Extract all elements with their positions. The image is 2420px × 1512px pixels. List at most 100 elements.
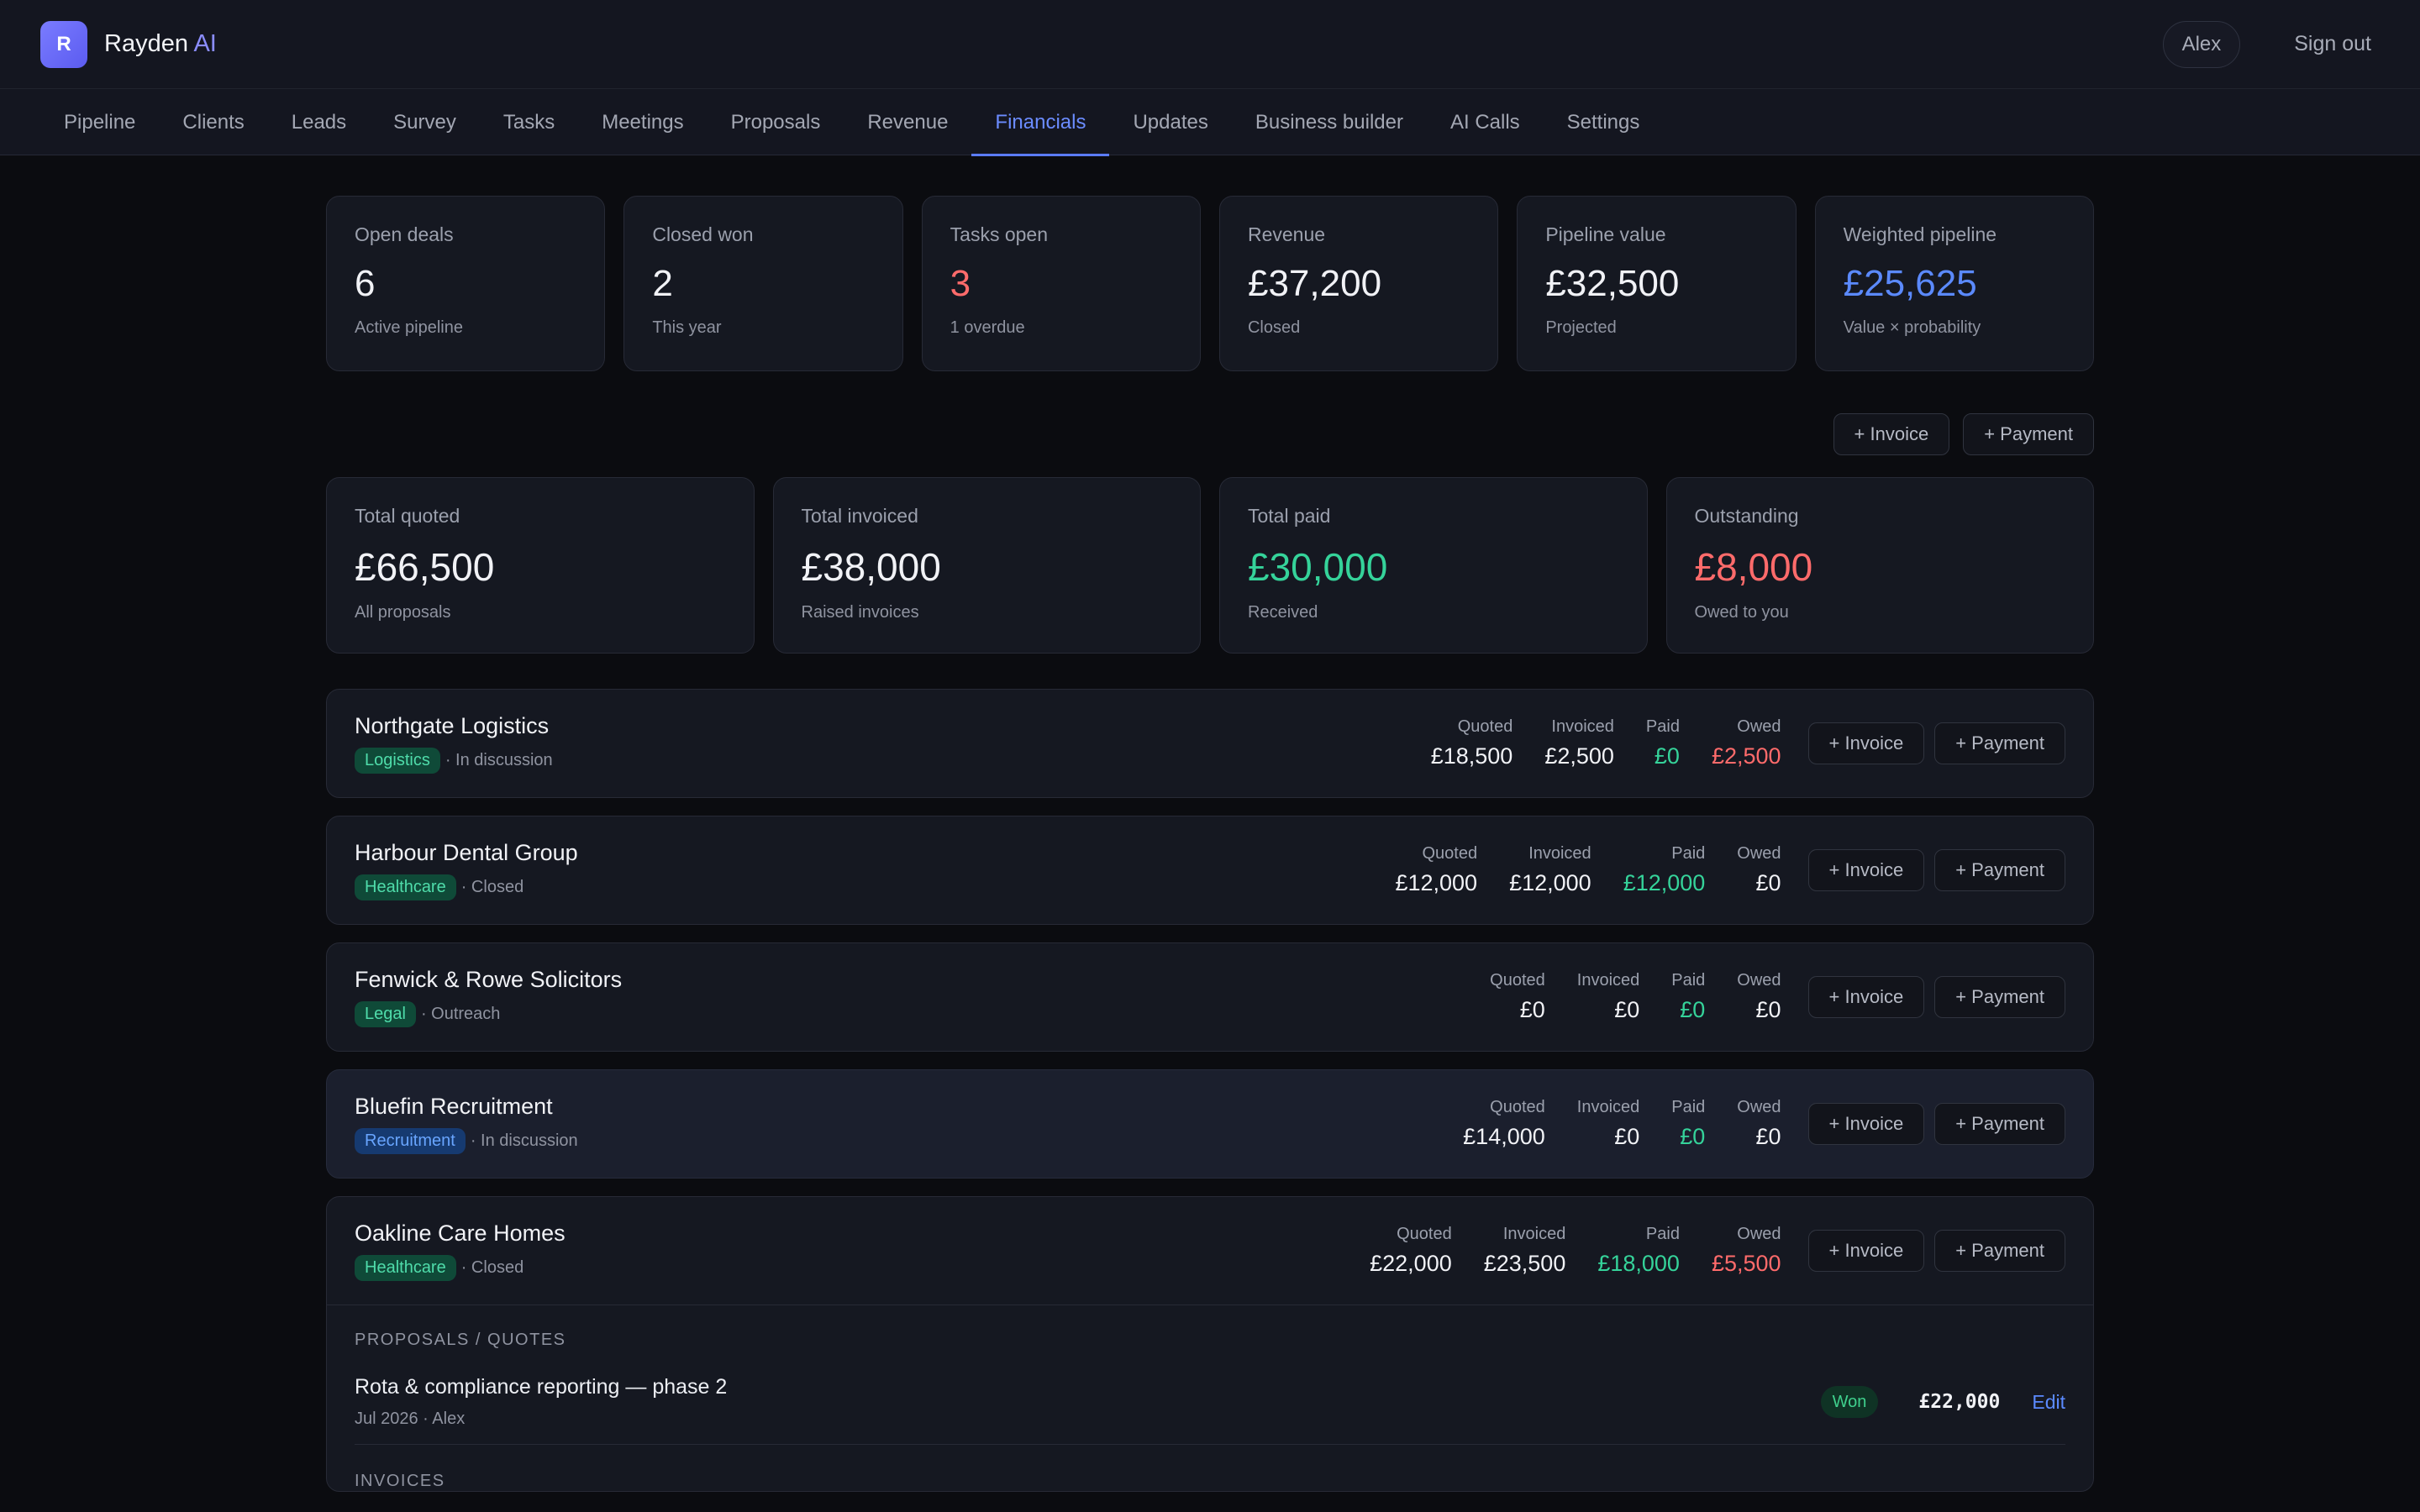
stat-value: £23,500 <box>1483 1251 1566 1276</box>
client-add-payment-button[interactable]: + Payment <box>1934 849 2065 891</box>
kpi-revenue: Revenue £37,200 Closed <box>1218 196 1499 371</box>
kpi-open-deals: Open deals 6 Active pipeline <box>326 196 606 371</box>
stat-label: Quoted <box>1490 1098 1545 1116</box>
client-add-invoice-button[interactable]: + Invoice <box>1807 976 1925 1018</box>
total-quoted-card: Total quoted £66,500 All proposals <box>326 477 755 654</box>
client-add-payment-button[interactable]: + Payment <box>1934 976 2065 1018</box>
client-card-fenwick[interactable]: Fenwick & Rowe Solicitors Legal · Outrea… <box>326 942 2094 1052</box>
tab-leads[interactable]: Leads <box>268 89 370 155</box>
stat-paid: Paid £18,000 <box>1597 1225 1680 1277</box>
client-meta: Healthcare · Closed <box>355 874 578 900</box>
stat-label: Owed <box>1737 1098 1781 1116</box>
stat-value: £0 <box>1614 997 1640 1022</box>
proposal-row: Rota & compliance reporting — phase 2 Ju… <box>355 1350 2065 1445</box>
tab-ai-calls[interactable]: AI Calls <box>1427 89 1544 155</box>
client-header[interactable]: Oakline Care Homes Healthcare · Closed Q… <box>327 1197 2093 1305</box>
client-card-oakline[interactable]: Oakline Care Homes Healthcare · Closed Q… <box>326 1196 2094 1492</box>
client-stats: Quoted £0 Invoiced £0 Paid £0 Owed £0 + … <box>1458 971 2065 1023</box>
kpi-sub: This year <box>652 318 722 337</box>
stat-owed: Owed £0 <box>1737 971 1781 1023</box>
stat-invoiced: Invoiced £12,000 <box>1509 844 1591 896</box>
totals-row: Total quoted £66,500 All proposals Total… <box>326 477 2094 654</box>
tab-survey[interactable]: Survey <box>370 89 480 155</box>
client-card-harbour[interactable]: Harbour Dental Group Healthcare · Closed… <box>326 816 2094 925</box>
proposal-status-badge: Won <box>1820 1386 1879 1418</box>
client-status: · In discussion <box>470 1131 578 1150</box>
total-value: £8,000 <box>1694 545 1813 589</box>
client-info: Fenwick & Rowe Solicitors Legal · Outrea… <box>355 967 622 1027</box>
kpi-value: £37,200 <box>1247 263 1382 304</box>
tab-tasks[interactable]: Tasks <box>480 89 578 155</box>
kpi-label: Weighted pipeline <box>1843 223 1997 245</box>
tab-business-builder[interactable]: Business builder <box>1232 89 1427 155</box>
tab-revenue[interactable]: Revenue <box>844 89 971 155</box>
client-add-invoice-button[interactable]: + Invoice <box>1807 1103 1925 1145</box>
client-meta: Logistics · In discussion <box>355 748 553 774</box>
client-actions: + Invoice + Payment <box>1807 976 2065 1018</box>
total-invoiced-card: Total invoiced £38,000 Raised invoices <box>772 477 1201 654</box>
stat-value: £0 <box>1680 997 1706 1022</box>
stat-value: £0 <box>1755 997 1781 1022</box>
app-header: R Rayden AI Alex Sign out <box>0 0 2420 89</box>
add-invoice-button[interactable]: + Invoice <box>1833 413 1950 455</box>
client-card-northgate[interactable]: Northgate Logistics Logistics · In discu… <box>326 689 2094 798</box>
tab-clients[interactable]: Clients <box>159 89 267 155</box>
stat-label: Quoted <box>1490 971 1545 990</box>
client-add-invoice-button[interactable]: + Invoice <box>1807 1230 1925 1272</box>
kpi-value: £25,625 <box>1843 263 1977 304</box>
edit-proposal-link[interactable]: Edit <box>2032 1391 2065 1414</box>
stat-label: Owed <box>1737 1225 1781 1243</box>
client-card-bluefin[interactable]: Bluefin Recruitment Recruitment · In dis… <box>326 1069 2094 1179</box>
proposal-amount: £22,000 <box>1918 1391 2001 1413</box>
stat-label: Quoted <box>1397 1225 1452 1243</box>
stat-label: Invoiced <box>1551 717 1614 736</box>
client-add-invoice-button[interactable]: + Invoice <box>1807 722 1925 764</box>
stat-owed: Owed £0 <box>1737 844 1781 896</box>
client-header[interactable]: Fenwick & Rowe Solicitors Legal · Outrea… <box>327 943 2093 1051</box>
tab-updates[interactable]: Updates <box>1109 89 1231 155</box>
add-payment-button[interactable]: + Payment <box>1963 413 2094 455</box>
total-paid-card: Total paid £30,000 Received <box>1219 477 1648 654</box>
client-list: Northgate Logistics Logistics · In discu… <box>326 689 2094 1492</box>
user-menu-button[interactable]: Alex <box>2162 20 2241 68</box>
client-actions: + Invoice + Payment <box>1807 1103 2065 1145</box>
tab-proposals[interactable]: Proposals <box>708 89 844 155</box>
sector-tag: Healthcare <box>355 1255 456 1281</box>
proposal-actions: Won £22,000 Edit <box>1820 1386 2065 1418</box>
client-add-invoice-button[interactable]: + Invoice <box>1807 849 1925 891</box>
tab-pipeline[interactable]: Pipeline <box>40 89 159 155</box>
stat-label: Quoted <box>1422 844 1478 863</box>
tab-settings[interactable]: Settings <box>1544 89 1664 155</box>
kpi-value: 2 <box>652 263 673 304</box>
client-header[interactable]: Harbour Dental Group Healthcare · Closed… <box>327 816 2093 924</box>
stat-value: £22,000 <box>1370 1251 1452 1276</box>
invoices-section-title: INVOICES <box>355 1472 445 1490</box>
stat-invoiced: Invoiced £2,500 <box>1544 717 1614 769</box>
client-status: · Closed <box>460 878 524 896</box>
brand[interactable]: R Rayden AI <box>40 20 217 68</box>
client-add-payment-button[interactable]: + Payment <box>1934 1103 2065 1145</box>
kpi-value: 6 <box>355 263 376 304</box>
client-header[interactable]: Bluefin Recruitment Recruitment · In dis… <box>327 1070 2093 1178</box>
client-status: · Closed <box>460 1258 524 1277</box>
proposal-title: Rota & compliance reporting — phase 2 <box>355 1375 728 1399</box>
sign-out-link[interactable]: Sign out <box>2294 32 2371 56</box>
kpi-row: Open deals 6 Active pipeline Closed won … <box>326 196 2094 371</box>
client-status: · Outreach <box>420 1005 501 1023</box>
stat-value: £18,500 <box>1430 743 1513 769</box>
tab-meetings[interactable]: Meetings <box>578 89 707 155</box>
tab-financials[interactable]: Financials <box>971 89 1110 156</box>
client-header[interactable]: Northgate Logistics Logistics · In discu… <box>327 690 2093 797</box>
client-name: Bluefin Recruitment <box>355 1094 553 1119</box>
kpi-sub: Projected <box>1545 318 1617 337</box>
stat-value: £2,500 <box>1544 743 1614 769</box>
total-value: £38,000 <box>801 545 941 589</box>
kpi-closed-won: Closed won 2 This year <box>623 196 903 371</box>
client-add-payment-button[interactable]: + Payment <box>1934 1230 2065 1272</box>
stat-quoted: Quoted £0 <box>1490 971 1545 1023</box>
client-info: Oakline Care Homes Healthcare · Closed <box>355 1221 566 1281</box>
proposal-info: Rota & compliance reporting — phase 2 Ju… <box>355 1375 727 1429</box>
stat-value: £0 <box>1755 870 1781 895</box>
client-add-payment-button[interactable]: + Payment <box>1934 722 2065 764</box>
kpi-label: Pipeline value <box>1545 223 1666 245</box>
